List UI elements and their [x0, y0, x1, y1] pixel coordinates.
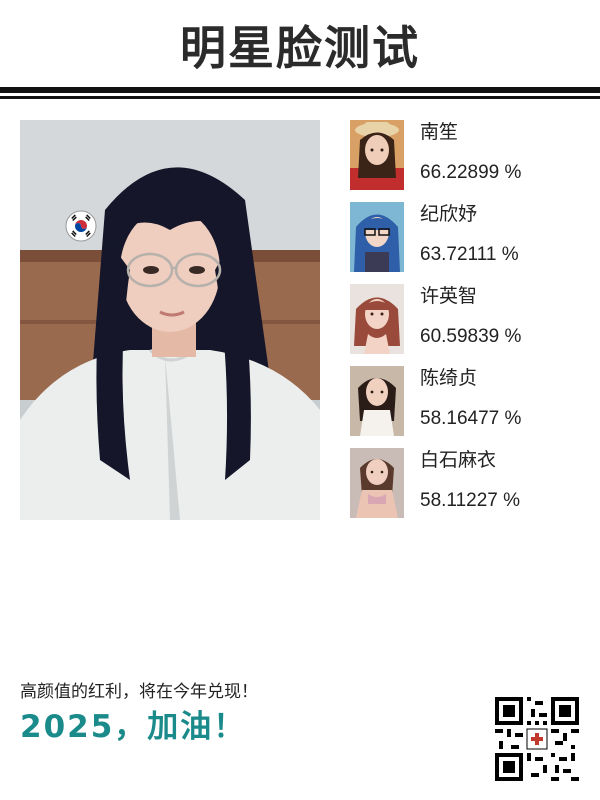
result-item[interactable]: 许英智 60.59839 %: [350, 284, 590, 354]
celebrity-name: 陈绮贞: [420, 367, 478, 389]
celebrity-name: 许英智: [420, 285, 478, 307]
result-item[interactable]: 陈绮贞 58.16477 %: [350, 366, 590, 436]
motto-text: 2025，加油！: [20, 709, 247, 745]
celebrity-thumbnail: [350, 120, 404, 190]
celebrity-thumbnail: [350, 448, 404, 518]
celebrity-thumbnail: [350, 366, 404, 436]
match-results-list: 南笙 66.22899 % 纪欣妤 63.72111 % 许英智 60.5983…: [350, 120, 590, 530]
south-korea-flag-icon: [65, 210, 97, 242]
similarity-score: 58.16477 %: [420, 408, 522, 429]
celebrity-thumbnail: [350, 202, 404, 272]
celebrity-name: 纪欣妤: [420, 203, 478, 225]
result-item[interactable]: 南笙 66.22899 %: [350, 120, 590, 190]
result-item[interactable]: 纪欣妤 63.72111 %: [350, 202, 590, 272]
header: 明星脸测试: [0, 0, 600, 99]
page-title: 明星脸测试: [180, 21, 420, 75]
header-divider-thin: [0, 96, 600, 99]
result-item[interactable]: 白石麻衣 58.11227 %: [350, 448, 590, 518]
similarity-score: 66.22899 %: [420, 162, 522, 183]
celebrity-thumbnail: [350, 284, 404, 354]
celebrity-name: 白石麻衣: [420, 449, 497, 471]
header-divider-thick: [0, 87, 600, 93]
celebrity-name: 南笙: [420, 121, 459, 143]
similarity-score: 63.72111 %: [420, 244, 519, 265]
slogan-text: 高颜值的红利，将在今年兑现！: [20, 682, 258, 702]
similarity-score: 58.11227 %: [420, 490, 521, 511]
similarity-score: 60.59839 %: [420, 326, 522, 347]
qr-code[interactable]: [495, 697, 579, 781]
uploaded-face-photo: [20, 120, 320, 520]
